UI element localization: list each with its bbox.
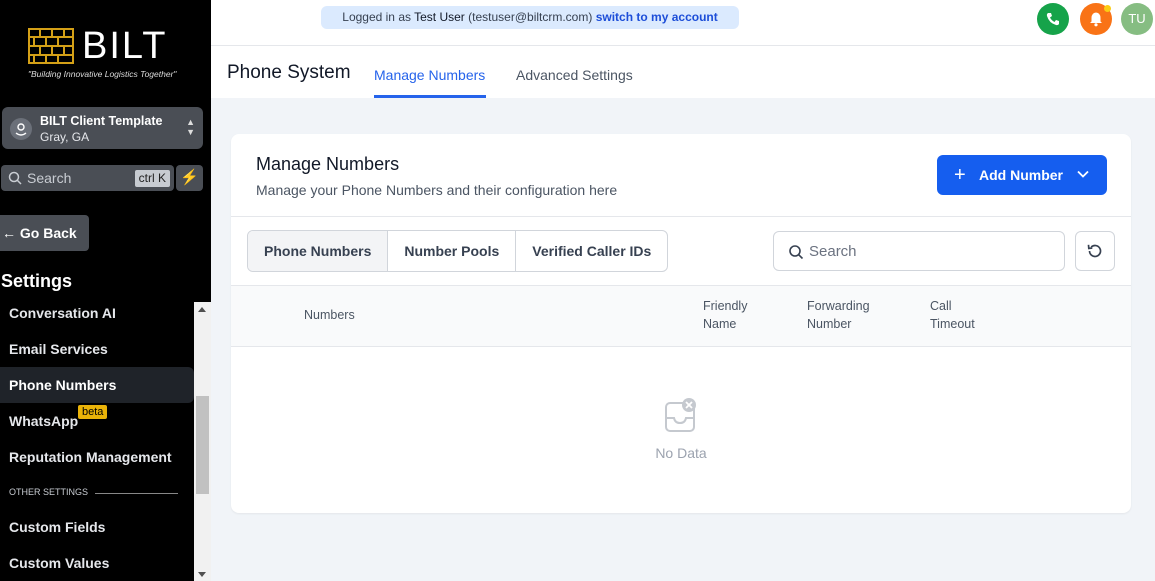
refresh-icon [1087, 244, 1102, 258]
sidebar-item-label: Custom Fields [9, 519, 106, 535]
active-tab-indicator [374, 95, 486, 98]
column-timeout-line1: Call [930, 299, 952, 313]
arrow-left-icon: ← [2, 225, 16, 241]
search-icon [789, 245, 804, 260]
user-avatar[interactable]: TU [1121, 3, 1153, 35]
sidebar-item-email-services[interactable]: Email Services [0, 331, 194, 367]
quick-actions-button[interactable]: ⚡ [176, 165, 203, 191]
column-numbers: Numbers [304, 308, 355, 322]
chevron-up-down-icon: ▲ ▼ [186, 117, 195, 137]
location-name: BILT Client Template [40, 114, 163, 128]
add-number-label: Add Number [979, 167, 1063, 183]
phone-button[interactable] [1037, 3, 1069, 35]
sidebar-item-custom-values[interactable]: Custom Values [0, 545, 194, 581]
chevron-down-icon[interactable] [1077, 155, 1089, 195]
divider [95, 493, 178, 494]
sidebar-scrollbar[interactable] [194, 302, 211, 581]
numbers-table-header: Numbers Friendly Name Forwarding Number Ca… [231, 285, 1131, 347]
column-timeout-line2: Timeout [930, 317, 975, 331]
column-call-timeout: Call Timeout [930, 297, 975, 333]
brand-name: BILT [82, 25, 168, 67]
number-type-tabs: Phone Numbers Number Pools Verified Call… [247, 230, 669, 272]
settings-heading: Settings [1, 271, 73, 291]
column-friendly-name-line1: Friendly [703, 299, 748, 313]
sidebar-item-label: Reputation Management [9, 449, 172, 465]
location-pin-icon [10, 118, 32, 140]
phone-icon [1046, 13, 1059, 26]
page-title: Phone System [227, 62, 351, 83]
scroll-down-icon[interactable] [198, 572, 206, 577]
sidebar-item-phone-numbers[interactable]: Phone Numbers [0, 367, 194, 403]
sidebar-item-label: Conversation AI [9, 305, 116, 321]
sidebar-item-custom-fields[interactable]: Custom Fields [0, 509, 194, 545]
card-title: Manage Numbers [256, 154, 400, 174]
tab-number-pools[interactable]: Number Pools [387, 231, 515, 271]
logged-in-email: (testuser@biltcrm.com) [468, 10, 593, 24]
location-switcher[interactable]: BILT Client Template Gray, GA ▲ ▼ [2, 107, 203, 149]
sidebar-item-label: Email Services [9, 341, 108, 357]
tab-advanced-settings[interactable]: Advanced Settings [516, 67, 633, 83]
plus-icon: + [954, 164, 966, 186]
scroll-up-icon[interactable] [198, 307, 206, 312]
sidebar-item-conversation-ai[interactable]: Conversation AI [0, 295, 194, 331]
sidebar-item-whatsapp[interactable]: WhatsApp beta [0, 403, 194, 439]
sidebar-item-label: WhatsApp [9, 413, 79, 429]
column-forwarding-number: Forwarding Number [807, 297, 870, 333]
refresh-button[interactable] [1075, 231, 1115, 271]
manage-numbers-card: Manage Numbers Manage your Phone Numbers… [231, 134, 1131, 513]
go-back-label: Go Back [19, 225, 77, 241]
divider [231, 216, 1131, 217]
location-city: Gray, GA [40, 130, 90, 144]
column-friendly-name: Friendly Name [703, 297, 747, 333]
column-forwarding-line2: Number [807, 317, 852, 331]
search-placeholder: Search [809, 243, 857, 260]
sidebar-search-placeholder: Search [27, 170, 72, 186]
sidebar-item-reputation-management[interactable]: Reputation Management [0, 439, 194, 475]
bell-icon [1090, 12, 1102, 27]
empty-inbox-icon [665, 398, 696, 432]
sidebar-search-input[interactable]: Search ctrl K [1, 165, 174, 191]
impersonation-banner: Logged in as Test User (testuser@biltcrm… [321, 6, 739, 29]
switch-account-link[interactable]: switch to my account [596, 10, 718, 24]
add-number-button[interactable]: + Add Number [937, 155, 1107, 195]
logged-in-prefix: Logged in as [342, 10, 411, 24]
logged-in-user: Test User [414, 10, 465, 24]
beta-badge: beta [78, 405, 108, 419]
column-forwarding-line1: Forwarding [807, 299, 870, 313]
brand-tagline: "Building Innovative Logistics Together" [28, 69, 177, 79]
page-header: Phone System Manage Numbers Advanced Set… [211, 45, 1155, 98]
top-bar: Logged in as Test User (testuser@biltcrm… [211, 0, 1155, 45]
go-back-button[interactable]: ← Go Back [0, 215, 89, 251]
other-settings-heading: OTHER SETTINGS [9, 487, 89, 497]
tab-manage-numbers[interactable]: Manage Numbers [374, 67, 485, 83]
column-friendly-name-line2: Name [703, 317, 737, 331]
search-icon [8, 171, 22, 185]
numbers-search-input[interactable]: Search [773, 231, 1065, 271]
scroll-thumb[interactable] [196, 396, 209, 494]
sidebar-item-label: Phone Numbers [9, 377, 117, 393]
tab-phone-numbers[interactable]: Phone Numbers [248, 231, 388, 271]
search-shortcut-hint: ctrl K [134, 170, 170, 187]
card-subtitle: Manage your Phone Numbers and their conf… [256, 182, 618, 198]
notification-dot [1104, 5, 1111, 12]
brick-wall-icon [28, 28, 74, 64]
tab-verified-caller-ids[interactable]: Verified Caller IDs [515, 231, 667, 271]
brand-logo[interactable]: BILT "Building Innovative Logistics Toge… [28, 26, 188, 82]
notifications-button[interactable] [1080, 3, 1112, 35]
sidebar-item-label: Custom Values [9, 555, 110, 571]
sidebar: BILT "Building Innovative Logistics Toge… [0, 0, 211, 581]
divider [1068, 155, 1069, 195]
lightning-icon: ⚡ [180, 169, 199, 186]
empty-state-text: No Data [655, 445, 707, 461]
